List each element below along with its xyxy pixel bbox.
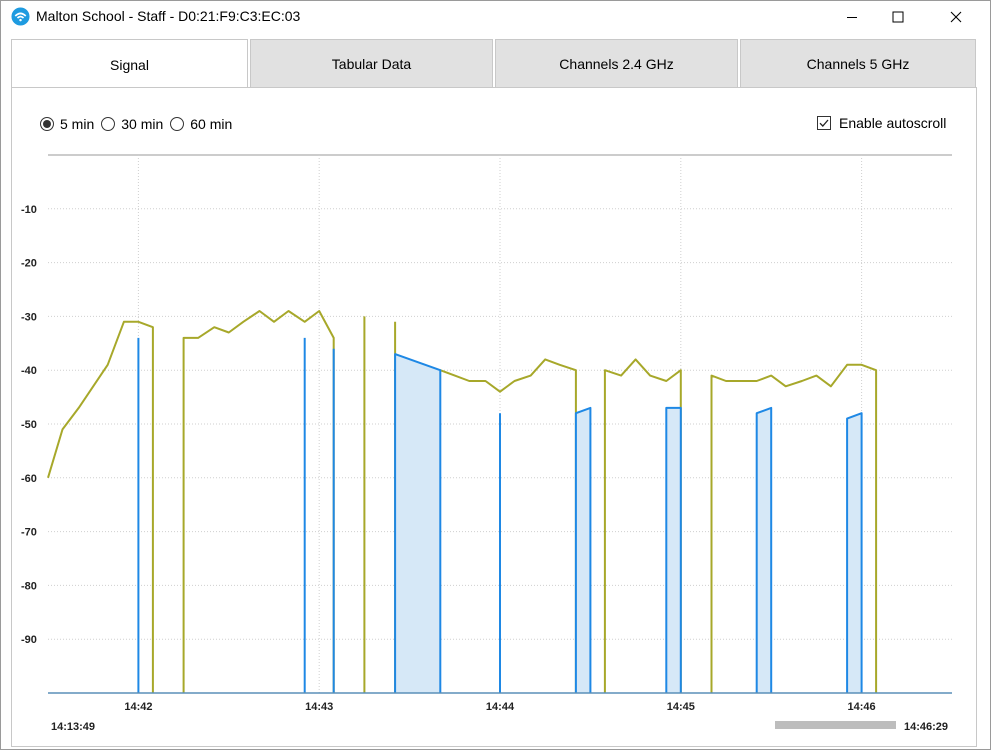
time-scrollbar[interactable]: [775, 721, 896, 729]
signal-line-olive: [182, 310, 335, 693]
y-tick-label: -60: [21, 473, 37, 485]
signal-area-fill: [847, 413, 862, 693]
y-tick-label: -40: [21, 365, 37, 377]
signal-chart: -10 -20 -30 -40 -50 -60 -70 -80 -90 14:42 14:43 14:…: [21, 154, 952, 713]
y-tick-label: -90: [21, 634, 37, 646]
y-tick-label: -10: [21, 204, 37, 216]
range-start-label: 14:13:49: [51, 721, 96, 733]
signal-line-olive: [47, 320, 154, 693]
x-tick-label: 14:46: [848, 701, 876, 713]
range-end-label: 14:46:29: [904, 721, 949, 733]
signal-area-fill: [395, 354, 441, 693]
x-tick-label: 14:43: [305, 701, 333, 713]
x-tick-label: 14:44: [486, 701, 515, 713]
x-tick-label: 14:42: [124, 701, 152, 713]
y-tick-label: -50: [21, 419, 37, 431]
y-tick-label: -20: [21, 258, 37, 270]
signal-area-fill: [756, 407, 772, 693]
signal-area-fill: [575, 407, 591, 693]
y-tick-label: -70: [21, 527, 37, 539]
x-tick-label: 14:45: [667, 701, 695, 713]
y-tick-label: -30: [21, 311, 37, 323]
y-tick-label: -80: [21, 580, 37, 592]
signal-window: Malton School - Staff - D0:21:F9:C3:EC:0…: [0, 0, 991, 750]
signal-area-fill: [666, 407, 681, 693]
